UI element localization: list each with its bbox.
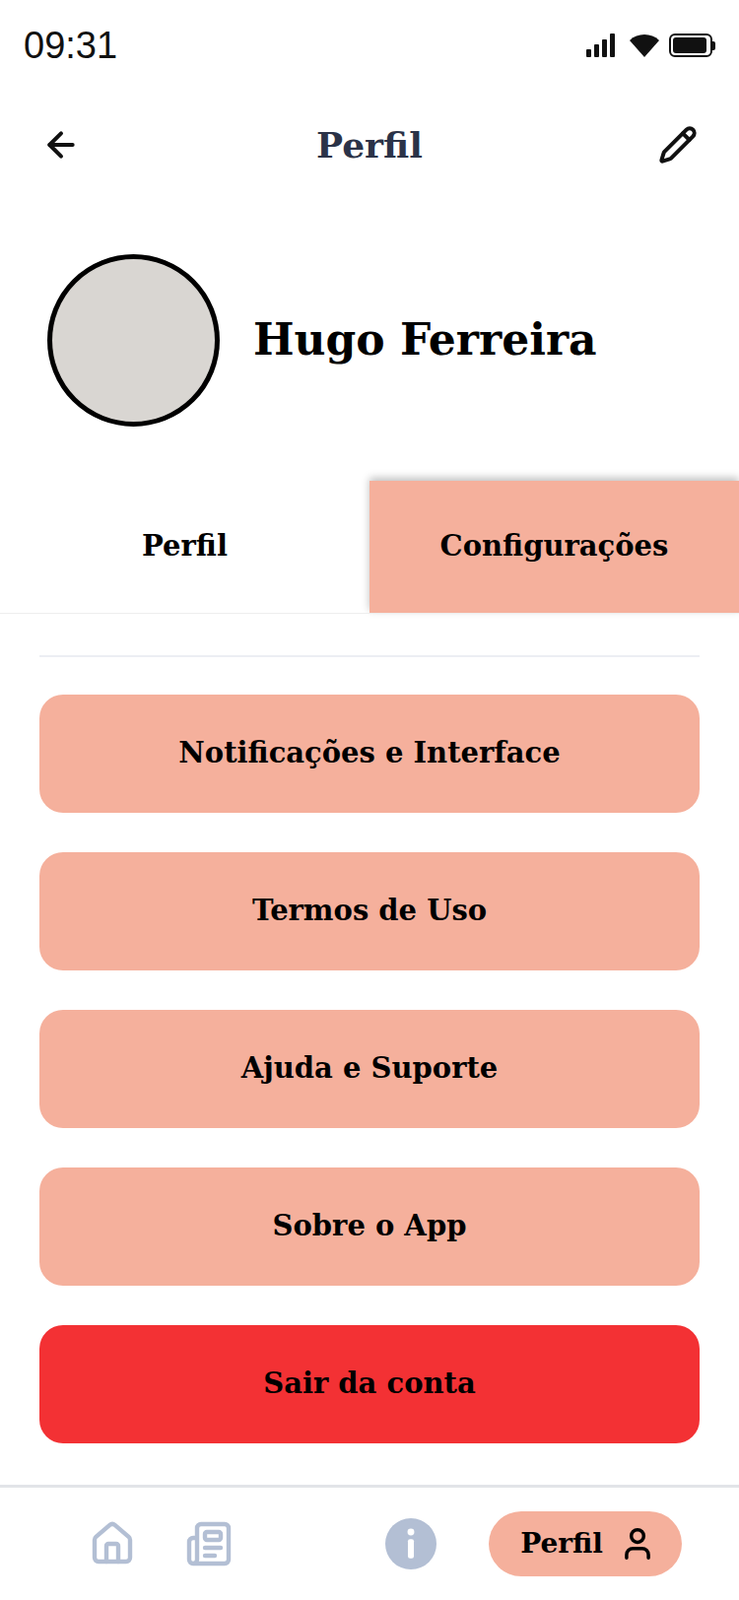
settings-button[interactable]: Termos de Uso [39, 852, 700, 971]
status-time: 09:31 [23, 17, 118, 74]
header: Perfil [0, 90, 739, 200]
user-icon [618, 1525, 657, 1563]
nav-item[interactable]: Perfil [488, 1511, 682, 1577]
nav-item[interactable] [385, 1518, 437, 1570]
tabs: Perfil Configurações [0, 480, 739, 613]
header-title: Perfil [316, 118, 423, 172]
home-icon [88, 1520, 136, 1568]
divider [39, 655, 700, 658]
settings-list: Notificações e Interface Termos de Uso Aju… [39, 657, 700, 1444]
tab[interactable]: Configurações [369, 480, 739, 613]
profile-name: Hugo Ferreira [253, 307, 598, 373]
settings-button-label: Notificações e Interface [178, 732, 560, 776]
status-icons [586, 33, 716, 58]
settings-button[interactable]: Ajuda e Suporte [39, 1009, 700, 1129]
profile-section: Hugo Ferreira [0, 199, 739, 481]
settings-button-label: Termos de Uso [252, 889, 487, 934]
news-icon [185, 1520, 233, 1568]
nav-item[interactable] [185, 1520, 233, 1568]
info-icon [385, 1518, 437, 1570]
tab-label: Perfil [141, 525, 228, 569]
nav-item[interactable] [88, 1520, 136, 1568]
settings-panel: Notificações e Interface Termos de Uso Aju… [0, 612, 739, 1485]
avatar [47, 254, 220, 427]
back-arrow-icon[interactable] [41, 125, 81, 165]
nav-label: Perfil [520, 1523, 604, 1565]
settings-button[interactable]: Notificações e Interface [39, 694, 700, 813]
app: 09:31 Perfil Hugo Ferreira Perfil Configuraç… [0, 0, 739, 1600]
status-bar: 09:31 [0, 0, 739, 91]
settings-button-label: Ajuda e Suporte [241, 1047, 499, 1091]
edit-pencil-icon[interactable] [658, 125, 698, 165]
wifi-icon [629, 33, 660, 58]
bottom-nav: Perfil [0, 1484, 739, 1600]
settings-button[interactable]: Sobre o App [39, 1167, 700, 1286]
settings-button-label: Sair da conta [263, 1362, 476, 1407]
logout-button[interactable]: Sair da conta [39, 1325, 700, 1444]
signal-icon [586, 33, 620, 58]
tab[interactable]: Perfil [0, 480, 370, 613]
tab-label: Configurações [440, 525, 670, 569]
settings-button-label: Sobre o App [272, 1205, 468, 1249]
battery-icon [669, 33, 716, 58]
